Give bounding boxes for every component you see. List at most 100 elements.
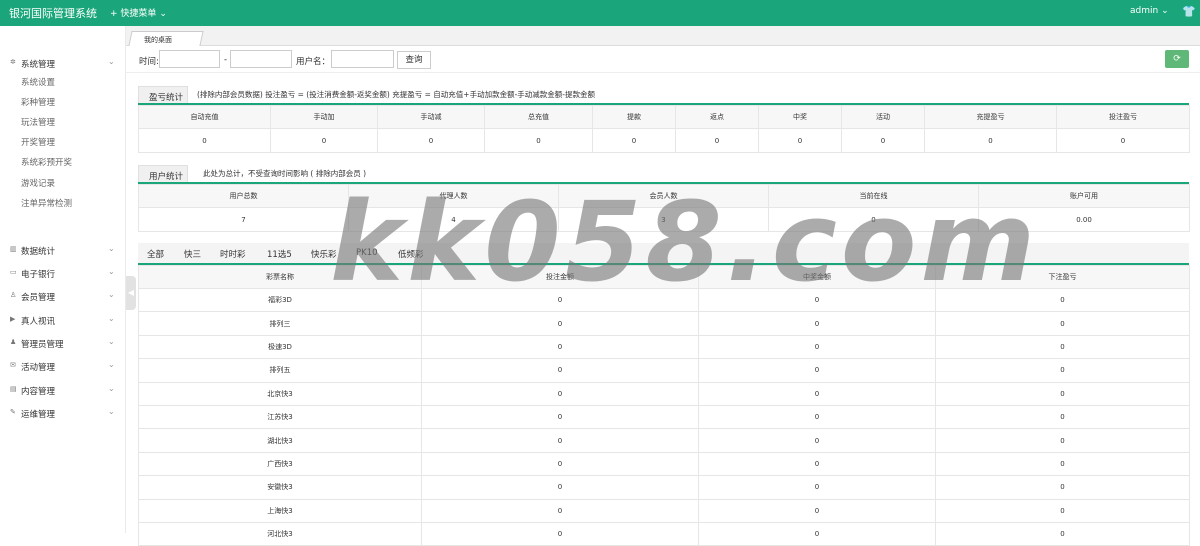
app-title: 银河国际管理系统 xyxy=(9,7,97,20)
sidebar-sub-item[interactable]: 注单异常检测 xyxy=(21,197,72,209)
sidebar-collapse-handle[interactable]: ◀ xyxy=(126,276,136,310)
sidebar-sub-item[interactable]: 系统设置 xyxy=(21,76,55,88)
table-cell: 安徽快3 xyxy=(138,475,422,500)
refresh-button[interactable]: ⟳ xyxy=(1165,50,1189,68)
sidebar-sub-item[interactable]: 开奖管理 xyxy=(21,136,55,148)
table-cell: 0 xyxy=(675,128,759,153)
top-bar: 银河国际管理系统 + 快捷菜单 ⌄ admin ⌄ 👕 xyxy=(0,0,1200,26)
username-input[interactable] xyxy=(331,50,394,68)
sidebar-section[interactable]: ✲ 系统管理 ⌄ xyxy=(0,52,126,74)
chevron-down-icon: ⌄ xyxy=(108,314,115,323)
table-cell: 0 xyxy=(421,475,699,500)
sidebar-section[interactable]: ▥ 数据统计 ⌄ xyxy=(0,239,126,261)
table-cell: 0 xyxy=(270,128,378,153)
sidebar-section-label: 系统管理 xyxy=(21,60,56,70)
video-icon: ▶ xyxy=(10,315,16,323)
table-cell: 0 xyxy=(924,128,1057,153)
table-cell: 上海快3 xyxy=(138,498,422,523)
user-menu[interactable]: admin ⌄ xyxy=(1130,6,1169,16)
query-button[interactable]: 查询 xyxy=(397,51,431,69)
table-cell: 北京快3 xyxy=(138,381,422,406)
table-cell: 返点 xyxy=(675,105,759,129)
table-cell: 0 xyxy=(935,311,1190,336)
table-cell: 广西快3 xyxy=(138,451,422,477)
table-cell: 0 xyxy=(935,451,1190,477)
tab-all[interactable]: 全部 xyxy=(147,248,164,260)
tab-11x5[interactable]: 11选5 xyxy=(267,248,292,260)
table-row: 广西快3 0 0 0 xyxy=(138,451,1190,477)
table-row: 排列三 0 0 0 xyxy=(138,311,1190,336)
gift-icon: ✉ xyxy=(10,361,16,369)
sidebar-section[interactable]: ▭ 电子银行 ⌄ xyxy=(0,262,126,284)
table-cell: 0 xyxy=(698,475,936,500)
table-cell: 0 xyxy=(698,358,936,383)
watermark: kk058.com xyxy=(330,178,1040,306)
table-cell: 0 xyxy=(698,381,936,406)
tab-strip: 我的桌面 xyxy=(126,26,1200,46)
table-cell: 0 xyxy=(935,334,1190,360)
table-cell: 河北快3 xyxy=(138,521,422,546)
table-cell: 0 xyxy=(698,311,936,336)
table-cell: 0 xyxy=(421,311,699,336)
table-cell: 0 xyxy=(935,498,1190,523)
table-row: 河北快3 0 0 0 xyxy=(138,521,1190,546)
admin-icon: ♟ xyxy=(10,338,17,346)
sidebar-section-label: 活动管理 xyxy=(21,363,56,373)
sidebar-section-label: 数据统计 xyxy=(21,247,56,257)
table-row: 湖北快3 0 0 0 xyxy=(138,428,1190,453)
table-cell: 0 xyxy=(484,128,593,153)
sidebar-sub-item[interactable]: 系统彩预开奖 xyxy=(21,156,72,168)
sidebar-sub-item[interactable]: 彩种管理 xyxy=(21,96,55,108)
table-cell: 0 xyxy=(935,404,1190,430)
sidebar-sub-item[interactable]: 游戏记录 xyxy=(21,177,55,189)
table-row: 江苏快3 0 0 0 xyxy=(138,404,1190,430)
sidebar-section[interactable]: ▤ 内容管理 ⌄ xyxy=(0,379,126,401)
tool-icon: ✎ xyxy=(10,408,16,416)
tab-ssc[interactable]: 时时彩 xyxy=(220,248,246,260)
profit-table: 自动充值 手动加 手动减 总充值 提款 返点 中奖 活动 充提盈亏 投注盈亏 0000000000 xyxy=(138,105,1190,153)
table-row: 极速3D 0 0 0 xyxy=(138,334,1190,360)
time-range-dash: - xyxy=(224,55,228,65)
start-time-input[interactable] xyxy=(159,50,220,68)
user-name: admin xyxy=(1130,6,1159,16)
table-cell: 0 xyxy=(421,381,699,406)
divider xyxy=(126,72,1200,73)
table-cell: 0 xyxy=(698,404,936,430)
chevron-down-icon: ⌄ xyxy=(1161,6,1169,16)
table-row: 上海快3 0 0 0 xyxy=(138,498,1190,523)
tab-k3[interactable]: 快三 xyxy=(184,248,201,260)
sidebar-section-label: 管理员管理 xyxy=(21,340,64,350)
table-cell: 0 xyxy=(421,428,699,453)
sidebar-section[interactable]: ✎ 运维管理 ⌄ xyxy=(0,402,126,424)
table-cell: 0 xyxy=(421,404,699,430)
table-cell: 0 xyxy=(698,521,936,546)
card-icon: ▭ xyxy=(10,268,17,276)
sidebar-section[interactable]: ♙ 会员管理 ⌄ xyxy=(0,285,126,307)
theme-icon[interactable]: 👕 xyxy=(1182,5,1196,18)
chevron-down-icon: ⌄ xyxy=(108,360,115,369)
lottery-table: 彩票名称 投注金额 中奖金额 下注盈亏 福彩3D 0 0 0 排列三 0 0 0 极速3D 0 0 0 排列五… xyxy=(138,265,1190,546)
table-cell: 0 xyxy=(935,428,1190,453)
table-cell: 0 xyxy=(421,521,699,546)
table-cell: 排列三 xyxy=(138,311,422,336)
sidebar-sub-item[interactable]: 玩法管理 xyxy=(21,116,55,128)
chart-icon: ▥ xyxy=(10,245,17,253)
quick-menu-label: 快捷菜单 xyxy=(120,9,157,19)
table-row: 安徽快3 0 0 0 xyxy=(138,475,1190,500)
table-cell: 0 xyxy=(935,521,1190,546)
sidebar-section[interactable]: ♟ 管理员管理 ⌄ xyxy=(0,332,126,354)
table-cell: 0 xyxy=(698,428,936,453)
sidebar-section[interactable]: ▶ 真人视讯 ⌄ xyxy=(0,309,126,331)
quick-menu-button[interactable]: + 快捷菜单 ⌄ xyxy=(110,6,167,19)
sidebar-section-label: 运维管理 xyxy=(21,410,56,420)
chevron-down-icon: ⌄ xyxy=(108,337,115,346)
doc-icon: ▤ xyxy=(10,385,17,393)
table-cell: 0 xyxy=(1056,128,1190,153)
table-cell: 0 xyxy=(935,381,1190,406)
end-time-input[interactable] xyxy=(230,50,292,68)
user-icon: ♙ xyxy=(10,291,17,299)
table-cell: 0 xyxy=(698,451,936,477)
table-cell: 0 xyxy=(421,451,699,477)
sidebar-section[interactable]: ✉ 活动管理 ⌄ xyxy=(0,355,126,377)
table-cell: 手动减 xyxy=(377,105,485,129)
